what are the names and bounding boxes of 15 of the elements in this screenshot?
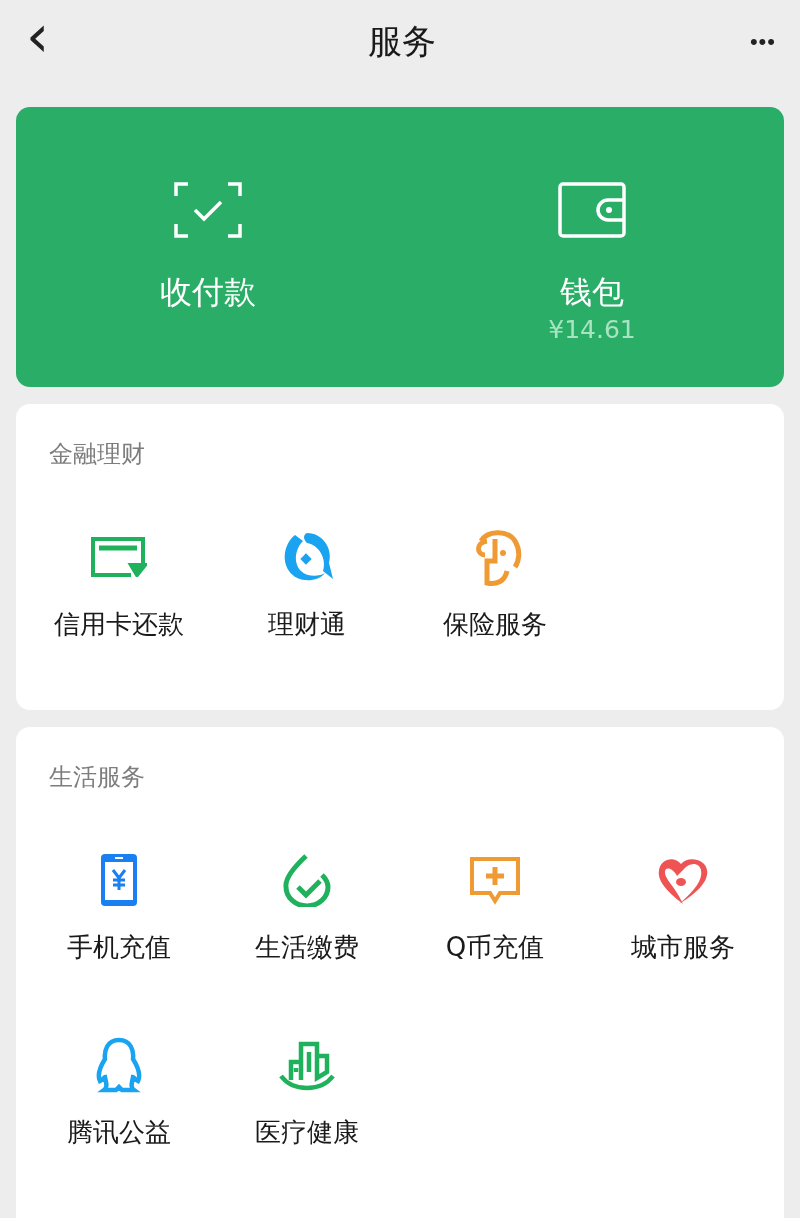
service-label[interactable]: 保险服务 xyxy=(443,607,547,641)
page-title: 服务 xyxy=(367,19,436,63)
service-label[interactable]: 城市服务 xyxy=(631,930,735,964)
balance-amount: ¥14.61 xyxy=(548,313,636,346)
service-label[interactable]: 医疗健康 xyxy=(255,1115,359,1149)
service-label[interactable]: 信用卡还款 xyxy=(54,607,184,641)
back-button[interactable]: ‹ xyxy=(18,6,58,77)
more-button[interactable]: ••• xyxy=(745,28,780,55)
service-label[interactable]: 手机充值 xyxy=(67,930,171,964)
service-label[interactable]: Q币充值 xyxy=(445,930,545,964)
service-label[interactable]: 理财通 xyxy=(268,607,346,641)
section-title: 金融理财 xyxy=(48,439,146,469)
section-title: 生活服务 xyxy=(48,762,146,792)
service-label[interactable]: 生活缴费 xyxy=(255,930,359,964)
service-label[interactable]: 腾讯公益 xyxy=(67,1115,171,1149)
